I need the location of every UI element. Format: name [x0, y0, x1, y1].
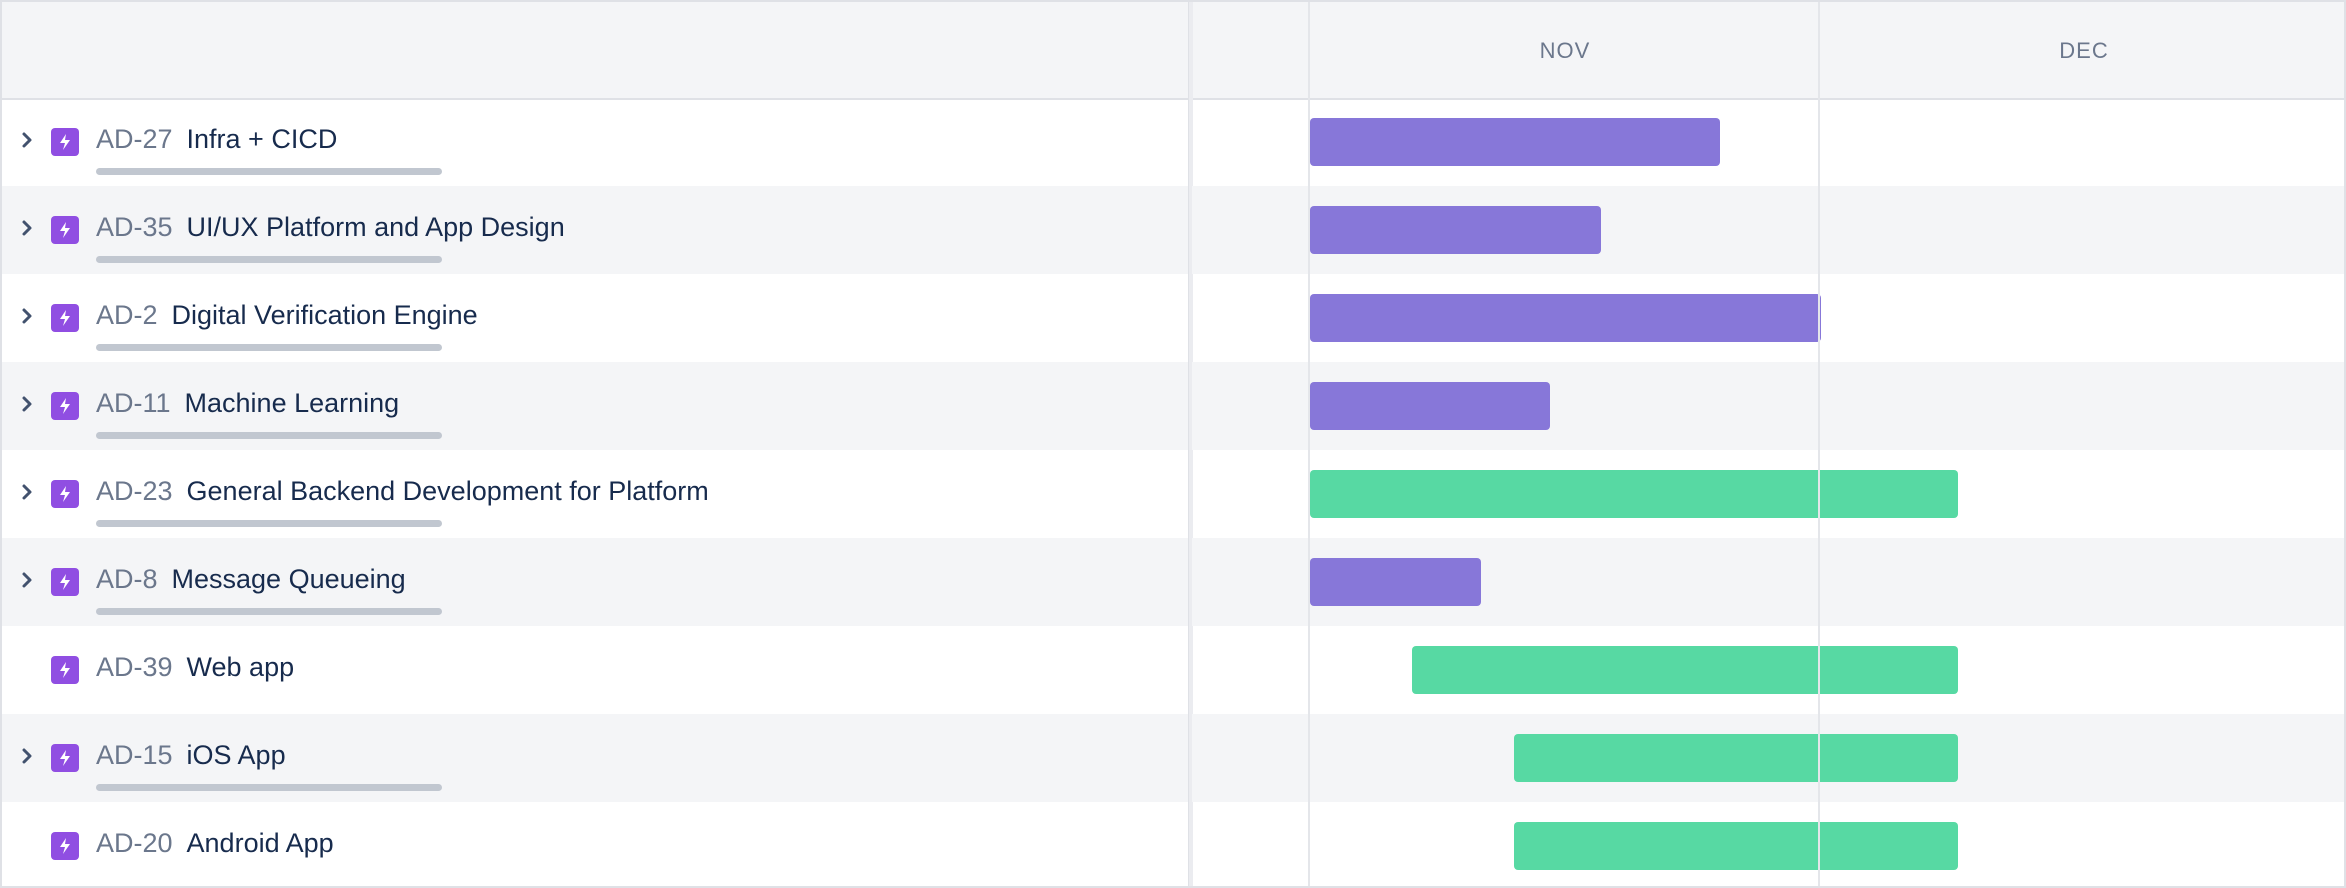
issue-key[interactable]: AD-2	[96, 300, 158, 331]
issue-key[interactable]: AD-8	[96, 564, 158, 595]
timeline-bar-ad-2[interactable]	[1310, 294, 1821, 342]
timeline-bar-ad-8[interactable]	[1310, 558, 1481, 606]
epic-icon	[51, 480, 79, 508]
issue-title[interactable]: UI/UX Platform and App Design	[187, 212, 565, 243]
timeline-bar-ad-27[interactable]	[1310, 118, 1720, 166]
epic-icon	[51, 304, 79, 332]
chevron-right-icon[interactable]	[16, 481, 38, 503]
issue-key[interactable]: AD-27	[96, 124, 173, 155]
epic-icon	[51, 568, 79, 596]
timeline-row	[1192, 98, 2344, 186]
timeline-row	[1192, 274, 2344, 362]
epic-icon	[51, 216, 79, 244]
issue-key[interactable]: AD-23	[96, 476, 173, 507]
issue-title[interactable]: iOS App	[187, 740, 286, 771]
timeline-bar-ad-20[interactable]	[1514, 822, 1958, 870]
timeline-row	[1192, 362, 2344, 450]
progress-bar	[96, 784, 442, 791]
timeline-row	[1192, 714, 2344, 802]
issue-row[interactable]: AD-27 Infra + CICD	[2, 98, 1188, 186]
epic-icon	[51, 832, 79, 860]
issue-row[interactable]: AD-2 Digital Verification Engine	[2, 274, 1188, 362]
issue-title[interactable]: General Backend Development for Platform	[187, 476, 709, 507]
issue-row[interactable]: AD-8 Message Queueing	[2, 538, 1188, 626]
issue-title[interactable]: Message Queueing	[172, 564, 406, 595]
issue-key[interactable]: AD-20	[96, 828, 173, 859]
progress-bar	[96, 432, 442, 439]
progress-bar	[96, 608, 442, 615]
issue-row[interactable]: AD-20 Android App	[2, 802, 1188, 886]
timeline-grid	[1192, 98, 2344, 886]
timeline-row	[1192, 186, 2344, 274]
month-label-nov: NOV	[1539, 38, 1591, 63]
issue-title[interactable]: Web app	[187, 652, 295, 683]
issue-row[interactable]: AD-11 Machine Learning	[2, 362, 1188, 450]
issue-row[interactable]: AD-39 Web app	[2, 626, 1188, 714]
epic-icon	[51, 392, 79, 420]
chevron-right-icon[interactable]	[16, 217, 38, 239]
chevron-right-icon[interactable]	[16, 745, 38, 767]
timeline-bar-ad-15[interactable]	[1514, 734, 1958, 782]
issue-title[interactable]: Machine Learning	[185, 388, 400, 419]
issue-key[interactable]: AD-11	[96, 388, 171, 419]
progress-bar	[96, 168, 442, 175]
timeline-bar-ad-23[interactable]	[1310, 470, 1958, 518]
chevron-right-icon[interactable]	[16, 305, 38, 327]
issue-row[interactable]: AD-35 UI/UX Platform and App Design	[2, 186, 1188, 274]
timeline-row	[1192, 626, 2344, 714]
chevron-right-icon[interactable]	[16, 569, 38, 591]
issue-key[interactable]: AD-39	[96, 652, 173, 683]
epic-icon	[51, 656, 79, 684]
issue-row[interactable]: AD-15 iOS App	[2, 714, 1188, 802]
issue-title[interactable]: Infra + CICD	[187, 124, 338, 155]
epic-icon	[51, 744, 79, 772]
timeline-header: NOV DEC	[2, 2, 2344, 100]
timeline-row	[1192, 538, 2344, 626]
epic-icon	[51, 128, 79, 156]
timeline-row	[1192, 450, 2344, 538]
issue-key[interactable]: AD-35	[96, 212, 173, 243]
month-label-dec: DEC	[2059, 38, 2109, 63]
issue-title[interactable]: Android App	[187, 828, 334, 859]
chevron-right-icon[interactable]	[16, 393, 38, 415]
issue-key[interactable]: AD-15	[96, 740, 173, 771]
timeline-row	[1192, 802, 2344, 886]
timeline-bar-ad-35[interactable]	[1310, 206, 1601, 254]
roadmap-view: NOV DEC AD-27 Infra + CICD AD-35 UI/UX P…	[0, 0, 2346, 888]
issue-title[interactable]: Digital Verification Engine	[172, 300, 478, 331]
timeline-gridline	[1308, 2, 1310, 886]
progress-bar	[96, 256, 442, 263]
issue-list: AD-27 Infra + CICD AD-35 UI/UX Platform …	[2, 98, 1188, 886]
issue-row[interactable]: AD-23 General Backend Development for Pl…	[2, 450, 1188, 538]
progress-bar	[96, 344, 442, 351]
timeline-bar-ad-11[interactable]	[1310, 382, 1550, 430]
progress-bar	[96, 520, 442, 527]
timeline-bar-ad-39[interactable]	[1412, 646, 1958, 694]
chevron-right-icon[interactable]	[16, 129, 38, 151]
month-divider	[1818, 2, 1820, 886]
